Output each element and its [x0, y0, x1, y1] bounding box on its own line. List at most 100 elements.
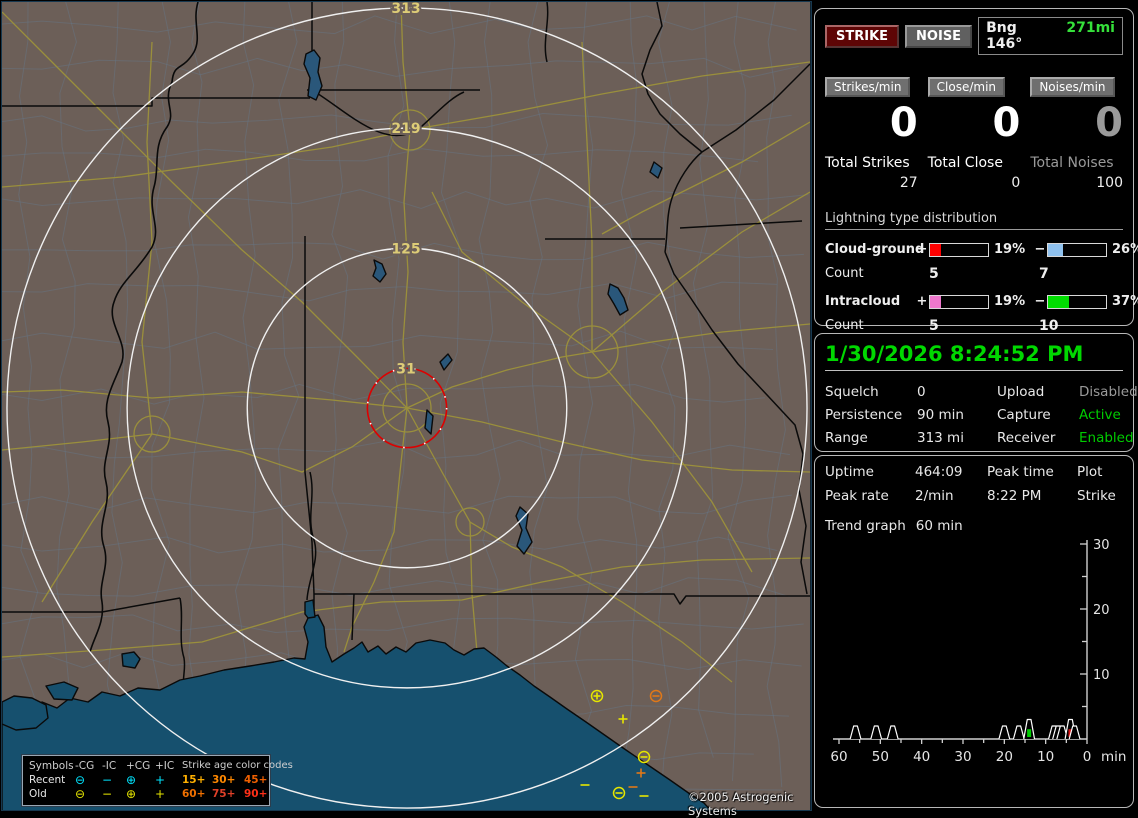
age-code: 75+ [212, 788, 236, 800]
strike-symbol-glyph: ⊖ [75, 787, 86, 801]
svg-text:30: 30 [1093, 538, 1110, 553]
map-canvas[interactable]: 31 125 219 313 [2, 2, 810, 810]
setting-value: 313 mi [917, 430, 964, 446]
noises-per-min-chip: Noises/min [1030, 77, 1115, 97]
total-close-value: 0 [1011, 175, 1021, 191]
strike-symbol-glyph: + [155, 787, 166, 801]
strike-button[interactable]: STRIKE [825, 24, 900, 48]
ic-minus-bar [1047, 294, 1107, 309]
close-per-min-chip: Close/min [927, 77, 1006, 97]
cloud-ground-label: Cloud-ground [825, 242, 925, 257]
age-code: 15+ [182, 774, 206, 786]
plus-sign: + [916, 294, 928, 309]
cg-plus-bar [929, 242, 989, 257]
stat-value: Strike [1077, 488, 1116, 504]
legend-col-pcg: +CG [126, 760, 151, 772]
intracloud-count-row: Count 5 10 [825, 318, 1123, 334]
datetime-display: 1/30/2026 8:24:52 PM [825, 342, 1123, 371]
age-code: 90+ [244, 788, 268, 800]
settings-grid: Squelch 0 Upload Disabled Persistence 90 min C… [825, 384, 1138, 446]
setting-value: 90 min [917, 407, 964, 423]
cg-minus-bar [1047, 242, 1107, 257]
svg-text:20: 20 [1093, 603, 1110, 618]
cg-plus-count: 5 [929, 266, 939, 282]
close-per-min-value: 0 [992, 100, 1021, 146]
cg-minus-pct: 26% [1112, 242, 1138, 257]
noises-per-min-value: 0 [1095, 100, 1123, 146]
legend-col-pic: +IC [155, 760, 175, 772]
svg-text:10: 10 [1037, 749, 1054, 765]
status-panel: STRIKE NOISE Bng 146° 271mi Strikes/min … [812, 0, 1138, 812]
setting-label: Capture [997, 407, 1051, 423]
cloud-ground-row: Cloud-ground + 19% − 26% [825, 242, 1138, 257]
setting-status: Active [1079, 407, 1121, 423]
legend-row-old: Old ⊖ − ⊕ +60+ 75+ 90+ [29, 787, 267, 801]
strikes-per-min-chip: Strikes/min [825, 77, 911, 97]
legend-row-label: Old [29, 788, 47, 800]
cg-plus-pct: 19% [994, 242, 1026, 257]
legend-col-ncg: -CG [75, 760, 95, 772]
svg-text:10: 10 [1093, 668, 1110, 683]
bearing-readout: Bng 146° 271mi [978, 17, 1123, 55]
strike-symbol-glyph: ⊖ [75, 773, 86, 787]
intracloud-label: Intracloud [825, 294, 901, 309]
intracloud-row: Intracloud + 19% − 37% [825, 294, 1138, 309]
setting-label: Range [825, 430, 868, 446]
age-code: 45+ [244, 774, 268, 786]
plus-sign: + [916, 242, 928, 257]
stat-value: Plot [1077, 464, 1103, 480]
svg-text:40: 40 [913, 749, 930, 765]
setting-label: Receiver [997, 430, 1056, 446]
strike-symbol-glyph: − [102, 773, 113, 787]
stat-label: Uptime [825, 464, 874, 480]
ic-plus-count: 5 [929, 318, 939, 334]
strikes-per-min-value: 0 [889, 100, 918, 146]
cg-minus-count: 7 [1039, 266, 1049, 282]
svg-text:20: 20 [996, 749, 1013, 765]
legend-row-recent: Recent ⊖ − ⊕ +15+ 30+ 45+ [29, 773, 267, 787]
svg-text:min: min [1101, 749, 1126, 765]
stat-value: 2/min [915, 488, 954, 504]
count-label: Count [825, 318, 864, 333]
count-label: Count [825, 266, 864, 281]
minus-sign: − [1034, 242, 1046, 257]
age-code: 30+ [212, 774, 236, 786]
stat-label: Peak time [987, 464, 1054, 480]
stat-value: 464:09 [915, 464, 963, 480]
radar-map[interactable]: 31 125 219 313 Symbols -CG -IC +CG +IC Stri… [1, 1, 812, 818]
uptime-trend-box: Uptime 464:09 Peak time Plot Peak rate 2/min 8… [814, 455, 1134, 808]
strike-symbol-glyph: + [155, 773, 166, 787]
setting-label: Persistence [825, 407, 903, 423]
trend-graph: 10 20 30 0 10 20 30 40 50 60 min [830, 538, 1126, 765]
total-strikes-label: Total Strikes [825, 155, 910, 171]
ic-plus-bar [929, 294, 989, 309]
strike-symbol-glyph: ⊕ [126, 773, 137, 787]
svg-text:125: 125 [391, 241, 420, 257]
total-strikes-value: 27 [899, 175, 918, 191]
legend-age-header: Strike age color codes [182, 760, 293, 771]
legend-row-label: Recent [29, 774, 66, 786]
legend-symbols-header: Symbols [29, 760, 74, 772]
map-legend: Symbols -CG -IC +CG +IC Strike age color… [22, 755, 293, 806]
setting-status: Enabled [1079, 430, 1134, 446]
svg-text:60: 60 [830, 749, 847, 765]
time-settings-box: 1/30/2026 8:24:52 PM Squelch 0 Upload Disab… [814, 333, 1138, 452]
age-code: 60+ [182, 788, 206, 800]
strike-symbol-glyph: − [102, 787, 113, 801]
strike-stats-box: STRIKE NOISE Bng 146° 271mi Strikes/min … [814, 8, 1138, 334]
svg-text:30: 30 [954, 749, 971, 765]
ic-minus-pct: 37% [1112, 294, 1138, 309]
copyright-text: ©2005 Astrogenic Systems [688, 790, 794, 818]
svg-text:31: 31 [396, 361, 415, 377]
svg-text:0: 0 [1083, 749, 1092, 765]
minus-sign: − [1034, 294, 1046, 309]
setting-value: 0 [917, 384, 926, 400]
cloud-ground-count-row: Count 5 7 [825, 266, 1123, 282]
distribution-title: Lightning type distribution [825, 211, 1123, 230]
svg-text:219: 219 [391, 121, 420, 137]
stat-label: Peak rate [825, 488, 889, 504]
stat-label: 8:22 PM [987, 488, 1042, 504]
legend-col-nic: -IC [102, 760, 117, 772]
noise-button[interactable]: NOISE [905, 24, 973, 48]
ic-plus-pct: 19% [994, 294, 1026, 309]
